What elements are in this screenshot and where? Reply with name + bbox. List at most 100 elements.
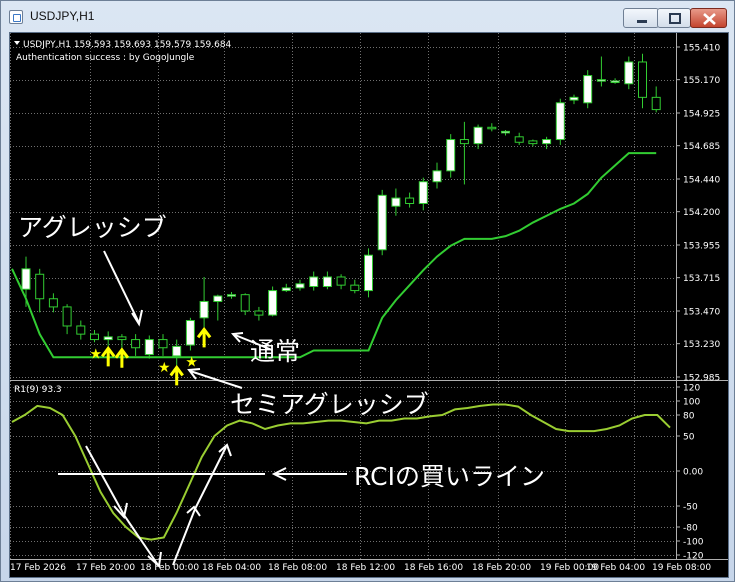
annotation-normal: 通常 bbox=[250, 337, 300, 366]
chart-window: USDJPY,H1 ★ ★ ★ 155.410 155.170 154.925 154.6… bbox=[0, 0, 735, 582]
candle-body[interactable] bbox=[48, 298, 58, 308]
candle-body[interactable] bbox=[227, 294, 236, 297]
candle-body[interactable] bbox=[213, 295, 223, 302]
rci-tick-label: 50 bbox=[683, 433, 695, 443]
candle-body[interactable] bbox=[555, 102, 565, 141]
candle-body[interactable] bbox=[638, 61, 647, 98]
price-tick-label: 152.985 bbox=[683, 374, 720, 384]
annotation-arrow-semi bbox=[189, 370, 243, 389]
chart-area[interactable]: ★ ★ ★ 155.410 155.170 154.925 154.685 154.440 1… bbox=[9, 32, 729, 578]
candle-body[interactable] bbox=[117, 336, 127, 341]
candle-body[interactable] bbox=[322, 276, 332, 288]
candle-body[interactable] bbox=[35, 273, 45, 300]
candle-body[interactable] bbox=[21, 268, 31, 290]
candle-body[interactable] bbox=[254, 310, 264, 316]
candle-body[interactable] bbox=[624, 61, 634, 85]
rci-line bbox=[11, 403, 671, 541]
candles[interactable] bbox=[21, 53, 661, 366]
candle-body[interactable] bbox=[391, 197, 401, 207]
candle-body[interactable] bbox=[542, 139, 552, 145]
candle-body[interactable] bbox=[514, 136, 524, 143]
subwindow-title: R1(9) 93.3 bbox=[14, 385, 62, 395]
rci-tick-label: 0.00 bbox=[683, 468, 703, 478]
candle-body[interactable] bbox=[281, 287, 291, 292]
candle-body[interactable] bbox=[103, 336, 113, 341]
candle-body[interactable] bbox=[528, 140, 538, 145]
window-title: USDJPY,H1 bbox=[30, 9, 95, 23]
price-tick-label: 155.170 bbox=[683, 76, 720, 86]
candle-body[interactable] bbox=[158, 339, 168, 349]
maximize-icon bbox=[669, 13, 681, 24]
annotation-aggressive: アグレッシブ bbox=[18, 213, 167, 242]
time-axis[interactable]: 17 Feb 2026 17 Feb 20:00 18 Feb 00:00 18 Fe… bbox=[10, 563, 711, 573]
candle-body[interactable] bbox=[350, 284, 360, 292]
indicator-status: Authentication success : by GogoJungle bbox=[16, 53, 195, 63]
candle-body[interactable] bbox=[76, 325, 86, 335]
minimize-button[interactable] bbox=[623, 8, 659, 28]
price-tick-label: 154.925 bbox=[683, 110, 720, 120]
time-tick-label: 18 Feb 16:00 bbox=[404, 563, 463, 573]
star-icon: ★ bbox=[90, 346, 103, 362]
price-tick-label: 154.440 bbox=[683, 176, 720, 186]
rci-tick-label: -50 bbox=[683, 503, 698, 513]
annotation-overlay: アグレッシブ 通常 セミアグレッシブ RCIの買いライン bbox=[18, 213, 545, 569]
minimize-icon bbox=[637, 20, 647, 23]
time-tick-label: 19 Feb 04:00 bbox=[586, 563, 645, 573]
candle-body[interactable] bbox=[336, 276, 346, 286]
candle-body[interactable] bbox=[473, 126, 483, 145]
symbol-info: USDJPY,H1 159.593 159.693 159.579 159.68… bbox=[23, 40, 232, 50]
price-tick-label: 153.955 bbox=[683, 242, 720, 252]
chart-window-icon bbox=[9, 10, 23, 24]
candle-body[interactable] bbox=[185, 320, 195, 346]
rci-tick-label: 120 bbox=[683, 384, 700, 394]
candle-body[interactable] bbox=[62, 306, 72, 327]
candle-body[interactable] bbox=[501, 130, 510, 134]
rci-down-arrow bbox=[85, 445, 159, 566]
candle-body[interactable] bbox=[309, 276, 319, 288]
close-icon bbox=[703, 13, 716, 25]
candle-body[interactable] bbox=[446, 139, 456, 172]
candle-body[interactable] bbox=[418, 181, 428, 204]
candle-body[interactable] bbox=[405, 197, 415, 204]
rci-tick-label: -80 bbox=[683, 524, 698, 534]
buy-arrow-icon bbox=[169, 364, 184, 386]
candle-body[interactable] bbox=[364, 254, 373, 292]
candle-body[interactable] bbox=[144, 339, 154, 356]
title-bar[interactable]: USDJPY,H1 bbox=[1, 1, 734, 33]
time-tick-label: 18 Feb 00:00 bbox=[140, 563, 199, 573]
annotation-semi-aggressive: セミアグレッシブ bbox=[230, 390, 429, 419]
candle-body[interactable] bbox=[596, 79, 606, 82]
candle-body[interactable] bbox=[240, 294, 250, 312]
annotation-arrow-aggressive bbox=[103, 250, 140, 324]
candle-body[interactable] bbox=[295, 283, 305, 289]
candle-body[interactable] bbox=[432, 170, 442, 183]
candle-body[interactable] bbox=[487, 126, 497, 130]
candle-body[interactable] bbox=[583, 75, 593, 104]
price-axis[interactable]: 155.410 155.170 154.925 154.685 154.440 154.2… bbox=[676, 44, 720, 384]
candle-body[interactable] bbox=[268, 290, 278, 316]
candle-body[interactable] bbox=[90, 333, 99, 341]
grid bbox=[10, 33, 676, 559]
annotation-rci-buy-line: RCIの買いライン bbox=[354, 462, 545, 491]
rci-axis[interactable]: 120 100 80 50 0.00 -50 -80 -100 -120 bbox=[676, 384, 704, 562]
time-tick-label: 17 Feb 2026 bbox=[10, 563, 66, 573]
candle-body[interactable] bbox=[610, 80, 620, 84]
candle-body[interactable] bbox=[651, 96, 661, 111]
close-button[interactable] bbox=[690, 8, 727, 28]
time-tick-label: 18 Feb 08:00 bbox=[268, 563, 327, 573]
rci-line-path bbox=[11, 403, 671, 541]
maximize-button[interactable] bbox=[657, 8, 691, 28]
candle-body[interactable] bbox=[569, 96, 579, 101]
price-tick-label: 155.410 bbox=[683, 44, 720, 54]
indicator-line-path bbox=[11, 152, 657, 359]
candle-body[interactable] bbox=[459, 139, 469, 145]
chart-canvas[interactable]: ★★ ★ 155.410155.170154.925154.685154.4401… bbox=[10, 33, 728, 577]
dropdown-icon[interactable] bbox=[14, 41, 20, 45]
candle-body[interactable] bbox=[172, 345, 182, 357]
rci-tick-label: -100 bbox=[683, 538, 704, 548]
candle-body[interactable] bbox=[131, 339, 141, 349]
time-tick-label: 18 Feb 04:00 bbox=[202, 563, 261, 573]
time-tick-label: 18 Feb 12:00 bbox=[336, 563, 395, 573]
candle-body[interactable] bbox=[199, 300, 209, 319]
candle-body[interactable] bbox=[377, 194, 387, 251]
